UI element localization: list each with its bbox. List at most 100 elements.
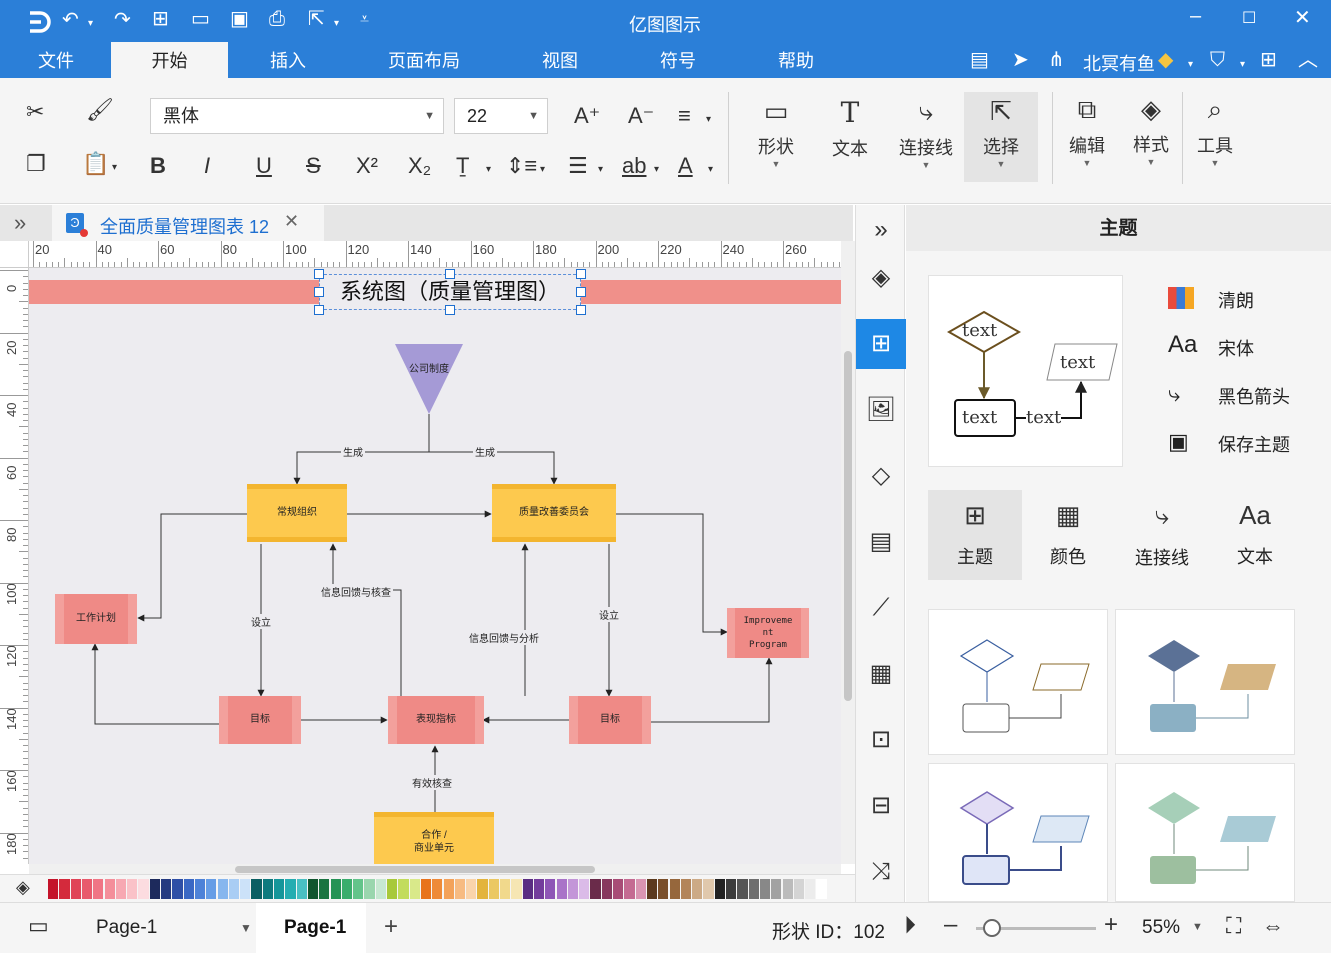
font-family-select[interactable]: 黑体 ▼ — [150, 98, 444, 134]
text-button[interactable]: T 文本 — [820, 96, 880, 161]
text-style-dropdown-icon[interactable]: ▾ — [486, 158, 491, 182]
color-swatch[interactable] — [669, 879, 680, 899]
style-button[interactable]: ◈ 样式 ▼ — [1124, 94, 1178, 167]
color-swatch[interactable] — [296, 879, 307, 899]
paste-icon[interactable]: 📋 — [82, 152, 109, 176]
color-swatch[interactable] — [466, 879, 477, 899]
color-swatch[interactable] — [816, 879, 827, 899]
redo-icon[interactable]: ↷ — [114, 10, 131, 30]
fill-bucket-icon[interactable]: ◈ — [16, 877, 30, 898]
quick-access-more-icon[interactable]: ⩡ — [360, 10, 369, 30]
strikethrough-icon[interactable]: S — [306, 154, 321, 178]
theme-thumbnail[interactable] — [928, 763, 1108, 902]
document-tab[interactable]: Ͽ 全面质量管理图表 12 ✕ — [52, 205, 324, 241]
color-swatch[interactable] — [771, 879, 782, 899]
decrease-font-icon[interactable]: A⁻ — [628, 104, 654, 128]
color-swatch[interactable] — [646, 879, 658, 899]
italic-icon[interactable]: I — [204, 154, 210, 178]
tab-connector[interactable]: ⤷ 连接线 — [1115, 490, 1209, 580]
color-swatch[interactable] — [805, 879, 816, 899]
color-swatch[interactable] — [533, 879, 545, 899]
color-swatch[interactable] — [658, 879, 669, 899]
node-regular-org[interactable]: 常规组织 — [247, 484, 347, 542]
user-dropdown-icon[interactable]: ▾ — [1188, 55, 1193, 75]
select-button[interactable]: ⇱ 选择 ▼ — [964, 92, 1038, 182]
theme-thumbnail[interactable] — [928, 609, 1108, 755]
color-swatch[interactable] — [104, 879, 115, 899]
color-swatch[interactable] — [274, 879, 285, 899]
color-swatch[interactable] — [206, 879, 217, 899]
fit-page-icon[interactable]: ⛶ — [1226, 913, 1241, 939]
color-swatch[interactable] — [601, 879, 612, 899]
color-swatch[interactable] — [172, 879, 183, 899]
bold-icon[interactable]: B — [150, 154, 166, 178]
zoom-dropdown-icon[interactable]: ▼ — [1192, 921, 1203, 933]
color-swatch[interactable] — [81, 879, 93, 899]
color-swatch[interactable] — [228, 879, 240, 899]
collapse-ribbon-icon[interactable]: ︿ — [1298, 50, 1318, 70]
align-icon[interactable]: ≡ — [678, 104, 691, 128]
text-style-icon[interactable]: Ṯ — [456, 154, 469, 178]
font-color-dropdown-icon[interactable]: ▾ — [708, 158, 713, 182]
color-swatch[interactable] — [692, 879, 703, 899]
color-swatch[interactable] — [138, 879, 149, 899]
color-swatch[interactable] — [635, 879, 646, 899]
menu-help[interactable]: 帮助 — [756, 42, 836, 78]
node-goal-left[interactable]: 目标 — [219, 696, 301, 744]
color-swatch[interactable] — [613, 879, 624, 899]
color-swatch[interactable] — [398, 879, 409, 899]
comment-icon[interactable]: ▤ — [970, 50, 989, 70]
menu-file[interactable]: 文件 — [18, 42, 94, 78]
expand-library-icon[interactable]: » — [14, 210, 26, 236]
tab-theme[interactable]: ⊞ 主题 — [928, 490, 1022, 580]
play-icon[interactable]: ⏵ — [904, 912, 916, 940]
color-swatch[interactable] — [556, 879, 567, 899]
page-notes-icon[interactable]: ▤ — [856, 517, 906, 567]
menu-insert[interactable]: 插入 — [248, 42, 328, 78]
color-swatch[interactable] — [319, 879, 330, 899]
bullet-dropdown-icon[interactable]: ▾ — [598, 158, 603, 182]
color-swatch[interactable] — [454, 879, 466, 899]
color-swatch[interactable] — [420, 879, 432, 899]
image-icon[interactable]: 🖼 — [856, 385, 906, 435]
line-spacing-icon[interactable]: ⇕≡ — [506, 154, 537, 178]
node-perf-index[interactable]: 表现指标 — [388, 696, 484, 744]
align-dropdown-icon[interactable]: ▾ — [706, 108, 711, 132]
node-improvement[interactable]: Improveme nt Program — [727, 608, 809, 658]
color-swatch[interactable] — [703, 879, 714, 899]
zoom-slider-thumb[interactable] — [983, 919, 1001, 937]
color-swatch[interactable] — [262, 879, 273, 899]
menu-home[interactable]: 开始 — [111, 42, 228, 78]
horizontal-scrollbar[interactable] — [29, 864, 841, 874]
presentation-icon[interactable]: ⊟ — [856, 781, 906, 831]
tab-color[interactable]: ▦ 颜色 — [1021, 490, 1115, 580]
color-swatch[interactable] — [590, 879, 601, 899]
page-tab[interactable]: Page-1 — [256, 903, 366, 953]
color-swatch[interactable] — [714, 879, 725, 899]
selection-handle[interactable] — [314, 305, 324, 315]
page-view-icon[interactable]: ▭ — [28, 913, 49, 939]
color-swatch[interactable] — [93, 879, 104, 899]
shuffle-icon[interactable]: ⤨ — [856, 847, 906, 897]
highlight-dropdown-icon[interactable]: ▾ — [654, 158, 659, 182]
color-swatch[interactable] — [522, 879, 533, 899]
table-icon[interactable]: ▦ — [856, 649, 906, 699]
color-swatch[interactable] — [759, 879, 771, 899]
color-swatch[interactable] — [737, 879, 748, 899]
chart-icon[interactable]: ⟋ — [856, 583, 906, 633]
selection-handle[interactable] — [314, 287, 324, 297]
text-highlight-icon[interactable]: ab — [622, 154, 646, 178]
minimize-icon[interactable]: – — [1190, 6, 1201, 26]
paste-dropdown-icon[interactable]: ▾ — [112, 156, 117, 180]
page-select-dropdown-icon[interactable]: ▼ — [240, 921, 252, 935]
node-company-shape[interactable] — [395, 344, 463, 416]
close-tab-icon[interactable]: ✕ — [284, 211, 299, 232]
layers-icon[interactable]: ◇ — [856, 451, 906, 501]
color-swatch[interactable] — [183, 879, 194, 899]
color-swatch[interactable] — [341, 879, 353, 899]
horizontal-scroll-thumb[interactable] — [235, 866, 595, 873]
color-swatch[interactable] — [161, 879, 172, 899]
layout-icon[interactable]: ⊡ — [856, 715, 906, 765]
close-icon[interactable]: ✕ — [1294, 8, 1311, 28]
color-swatch[interactable] — [217, 879, 228, 899]
